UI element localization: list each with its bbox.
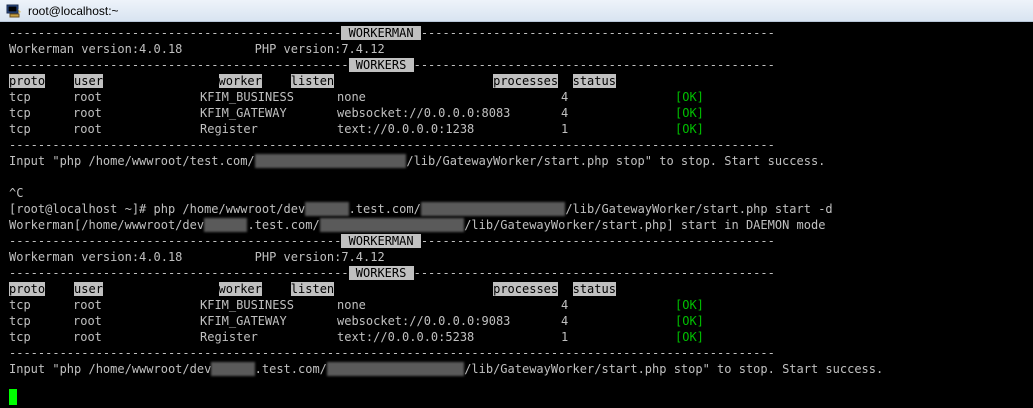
banner-label: WORKERS [348,58,414,72]
banner-label: WORKERS [348,266,414,280]
separator-line-2: ----------------------------------------… [9,346,775,360]
version-line-2: Workerman version:4.0.18 PHP version:7.4… [9,250,385,264]
table-row: tcp root KFIM_GATEWAY websocket://0.0.0.0:9… [9,314,704,328]
table-row: tcp root Register text://0.0.0.0:1238 1 [OK] [9,122,704,136]
redacted-text: xxxxxx [204,218,248,232]
daemon-line: Workerman[/home/wwwroot/devxxxxxx.test.c… [9,218,826,232]
redacted-text: xxxxxxxxxxxxxxxxxxxxx [254,154,407,168]
banner-label: WORKERMAN [341,26,421,40]
terminal-cursor [9,389,17,405]
banner-label: WORKERMAN [341,234,421,248]
redacted-text: xxxxxxxxxxxxxxxxxxxx [420,202,566,216]
banner-workerman-1: ----------------------------------------… [9,26,775,40]
separator-line-1: ----------------------------------------… [9,138,775,152]
redacted-text: xxxxxxxxxxxxxxxxxxx [326,362,465,376]
banner-workers-1: ----------------------------------------… [9,58,775,72]
table-header-1: proto user worker listen processes statu… [9,74,616,88]
input-hint-2: Input "php /home/wwwroot/devxxxxxx.test.… [9,362,884,376]
banner-workerman-2: ----------------------------------------… [9,234,775,248]
redacted-text: xxxxxx [211,362,255,376]
putty-terminal-icon [6,4,21,18]
command-line: [root@localhost ~]# php /home/wwwroot/de… [9,202,833,216]
table-header-2: proto user worker listen processes statu… [9,282,616,296]
table-row: tcp root KFIM_BUSINESS none 4 [OK] [9,90,704,104]
redacted-text: xxxxxx [305,202,349,216]
redacted-text: xxxxxxxxxxxxxxxxxxxx [319,218,465,232]
table-row: tcp root KFIM_BUSINESS none 4 [OK] [9,298,704,312]
window-titlebar[interactable]: root@localhost:~ [0,0,1033,22]
input-hint-1: Input "php /home/wwwroot/test.com/xxxxxx… [9,154,826,168]
table-row: tcp root KFIM_GATEWAY websocket://0.0.0.0:8… [9,106,704,120]
version-line-1: Workerman version:4.0.18 PHP version:7.4… [9,42,385,56]
banner-workers-2: ----------------------------------------… [9,266,775,280]
terminal-output[interactable]: ----------------------------------------… [0,23,1033,408]
window-title: root@localhost:~ [28,4,119,18]
table-row: tcp root Register text://0.0.0.0:5238 1 [OK] [9,330,704,344]
ctrl-c-line: ^C [9,186,24,200]
